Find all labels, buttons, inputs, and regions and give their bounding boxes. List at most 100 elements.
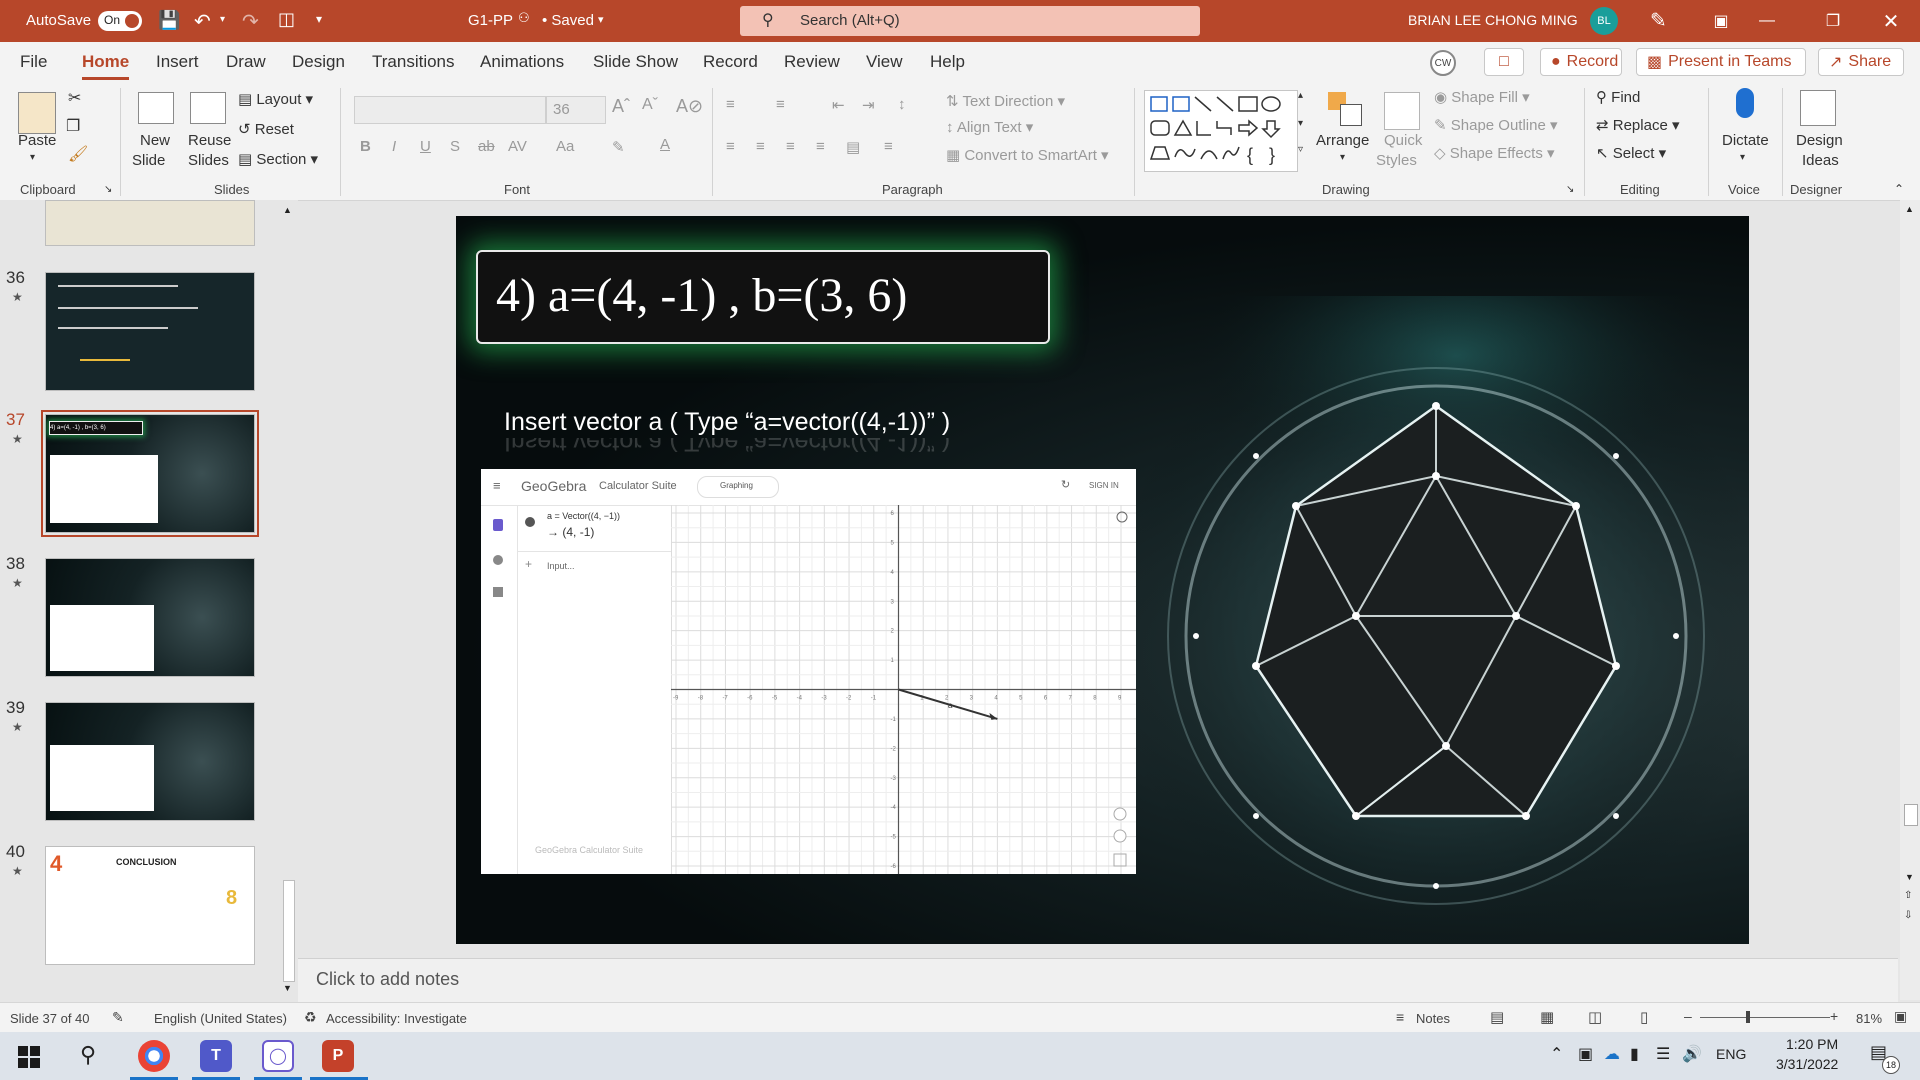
align-text-button[interactable]: ↕ Align Text ▾ [946, 118, 1033, 136]
align-center-icon[interactable]: ≡ [756, 138, 765, 155]
powerpoint-icon[interactable]: P [322, 1040, 354, 1072]
input-language[interactable]: ENG [1716, 1046, 1746, 1062]
quick-styles-label-2[interactable]: Styles [1376, 152, 1417, 169]
language-status[interactable]: English (United States) [154, 1011, 287, 1026]
wifi-icon[interactable]: ☰ [1656, 1044, 1670, 1064]
section-button[interactable]: ▤ Section ▾ [238, 150, 318, 168]
font-name-field[interactable] [354, 96, 546, 124]
onedrive-icon[interactable]: ☁ [1604, 1044, 1620, 1064]
undo-icon[interactable]: ↶ [194, 9, 211, 34]
tab-review[interactable]: Review [784, 52, 840, 72]
highlight-icon[interactable]: ✎ [612, 138, 625, 156]
tab-home[interactable]: Home [82, 52, 130, 80]
tab-draw[interactable]: Draw [226, 52, 266, 72]
change-case-icon[interactable]: Aa [556, 138, 574, 155]
tab-animations[interactable]: Animations [480, 52, 564, 72]
save-status[interactable]: • Saved [542, 12, 594, 29]
volume-icon[interactable]: 🔊 [1682, 1044, 1702, 1064]
slide-thumbnail-38[interactable] [45, 558, 255, 677]
replace-button[interactable]: ⇄ Replace ▾ [1596, 116, 1680, 134]
numbering-icon[interactable]: ≡ [776, 96, 785, 113]
scroll-up-icon[interactable]: ▲ [283, 205, 292, 215]
tab-file[interactable]: File [20, 52, 47, 72]
tab-slide-show[interactable]: Slide Show [593, 52, 678, 72]
accessibility-status[interactable]: Accessibility: Investigate [326, 1011, 467, 1026]
bold-icon[interactable]: B [360, 138, 371, 155]
find-button[interactable]: ⚲ Find [1596, 88, 1640, 106]
notes-pane[interactable]: Click to add notes [298, 958, 1898, 1003]
notes-button[interactable]: Notes [1416, 1011, 1450, 1026]
layout-button[interactable]: ▤ Layout ▾ [238, 90, 313, 108]
scroll-down-icon[interactable]: ▼ [1905, 872, 1914, 882]
strikethrough-icon[interactable]: ab [478, 138, 495, 155]
document-name[interactable]: G1-PP [468, 12, 513, 29]
zoom-out-icon[interactable]: – [1684, 1008, 1692, 1024]
tab-design[interactable]: Design [292, 52, 345, 72]
dictate-dropdown-icon[interactable]: ▾ [1740, 152, 1745, 163]
design-ideas-icon[interactable] [1800, 90, 1836, 126]
scroll-up-icon[interactable]: ▲ [1905, 204, 1914, 214]
align-right-icon[interactable]: ≡ [786, 138, 795, 155]
spellcheck-icon[interactable]: ✎ [112, 1009, 124, 1026]
new-slide-label-1[interactable]: New [140, 132, 170, 149]
copy-icon[interactable]: ❐ [66, 116, 80, 136]
design-ideas-label-2[interactable]: Ideas [1802, 152, 1839, 169]
paste-label[interactable]: Paste [18, 132, 56, 149]
tab-transitions[interactable]: Transitions [372, 52, 455, 72]
user-name[interactable]: BRIAN LEE CHONG MING [1408, 12, 1578, 28]
paste-dropdown-icon[interactable]: ▾ [30, 152, 35, 163]
font-color-icon[interactable]: A [660, 136, 670, 153]
microphone-icon[interactable] [1736, 88, 1754, 118]
gallery-up-icon[interactable]: ▴ [1298, 90, 1303, 101]
slide-show-icon[interactable]: ▯ [1640, 1008, 1648, 1026]
next-slide-icon[interactable]: ⇩ [1904, 910, 1912, 921]
zoom-in-icon[interactable]: + [1830, 1008, 1838, 1024]
clock-time[interactable]: 1:20 PM [1786, 1036, 1838, 1052]
slide-thumbnail-35[interactable] [45, 200, 255, 246]
decrease-indent-icon[interactable]: ⇤ [832, 96, 845, 114]
geogebra-screenshot[interactable]: ≡ GeoGebra Calculator Suite Graphing ↻ S… [481, 469, 1136, 874]
share-button[interactable]: ↗ Share [1818, 48, 1904, 76]
font-size-field[interactable]: 36 [546, 96, 606, 124]
chrome-icon[interactable] [138, 1040, 170, 1072]
present-in-teams-button[interactable]: ▩ Present in Teams [1636, 48, 1806, 76]
teams-icon[interactable]: T [200, 1040, 232, 1072]
clipboard-launcher-icon[interactable]: ↘ [104, 184, 112, 195]
save-icon[interactable]: 💾 [158, 10, 180, 31]
scroll-down-icon[interactable]: ▼ [283, 983, 292, 993]
ribbon-display-icon[interactable]: ▣ [1698, 0, 1744, 42]
clear-formatting-icon[interactable]: A⊘ [676, 96, 703, 117]
arrange-dropdown-icon[interactable]: ▾ [1340, 152, 1345, 163]
comments-button[interactable]: □ [1484, 48, 1524, 76]
convert-smartart-button[interactable]: ▦ Convert to SmartArt ▾ [946, 146, 1109, 164]
increase-indent-icon[interactable]: ⇥ [862, 96, 875, 114]
undo-dropdown-icon[interactable]: ▾ [220, 14, 225, 25]
decrease-font-icon[interactable]: Aˇ [642, 96, 658, 114]
gallery-more-icon[interactable]: ▿ [1298, 144, 1303, 155]
shapes-gallery[interactable]: { } [1144, 90, 1298, 172]
accessibility-icon[interactable]: ♻ [304, 1009, 317, 1026]
clock-date[interactable]: 3/31/2022 [1776, 1056, 1838, 1072]
tab-insert[interactable]: Insert [156, 52, 199, 72]
drawing-launcher-icon[interactable]: ↘ [1566, 184, 1574, 195]
cut-icon[interactable]: ✂ [68, 88, 81, 108]
geogebra-app-icon[interactable]: ◯ [262, 1040, 294, 1072]
search-box[interactable]: ⚲ Search (Alt+Q) [740, 6, 1200, 36]
slide-thumbnail-37-selected[interactable]: 4) a=(4, -1) , b=(3, 6) [41, 410, 259, 537]
slide-thumbnail-39[interactable] [45, 702, 255, 821]
arrange-icon[interactable] [1328, 92, 1362, 126]
new-slide-label-2[interactable]: Slide [132, 152, 165, 169]
dictate-label[interactable]: Dictate [1722, 132, 1769, 149]
line-spacing-icon[interactable]: ↕ [898, 96, 906, 113]
underline-icon[interactable]: U [420, 138, 431, 155]
close-icon[interactable]: ✕ [1868, 0, 1914, 42]
format-painter-icon[interactable]: 🖌 [68, 144, 88, 164]
windows-start-icon[interactable] [18, 1046, 40, 1068]
text-direction-button[interactable]: ⇅ Text Direction ▾ [946, 92, 1065, 110]
character-spacing-icon[interactable]: AV [508, 138, 527, 155]
reuse-slides-icon[interactable] [190, 92, 226, 124]
battery-icon[interactable]: ▮ [1630, 1044, 1639, 1064]
new-slide-icon[interactable] [138, 92, 174, 124]
italic-icon[interactable]: I [392, 138, 396, 155]
user-avatar[interactable]: BL [1590, 7, 1618, 35]
